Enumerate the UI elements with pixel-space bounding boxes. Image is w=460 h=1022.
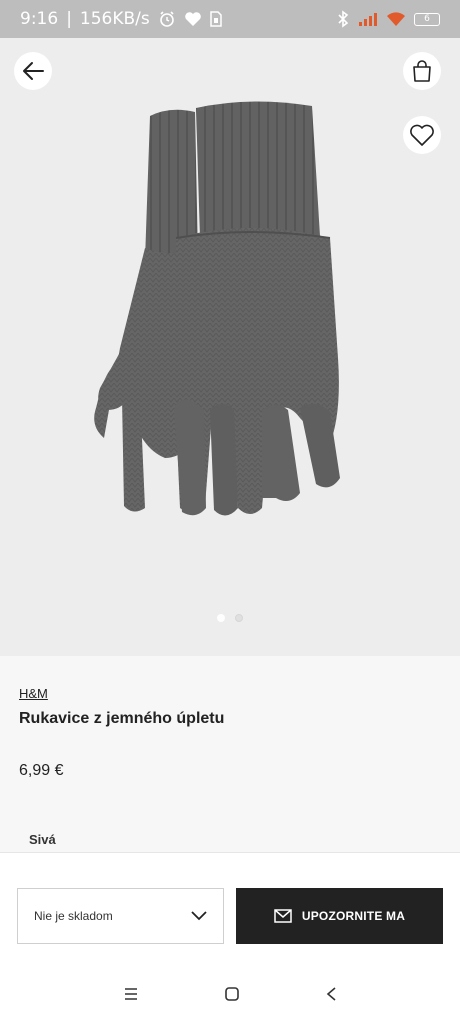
home-square-icon[interactable] — [224, 986, 240, 1002]
product-image-gallery[interactable] — [0, 38, 460, 656]
menu-icon[interactable] — [123, 987, 139, 1001]
size-select[interactable]: Nie je skladom — [17, 888, 224, 944]
battery-level: 6 — [424, 13, 430, 24]
product-title: Rukavice z jemného úpletu — [19, 710, 225, 727]
size-select-label: Nie je skladom — [34, 909, 113, 923]
gallery-dot-active[interactable] — [217, 614, 225, 622]
status-network-speed: 156KB/s — [79, 9, 150, 29]
notify-me-button[interactable]: UPOZORNITE MA — [236, 888, 443, 944]
back-button[interactable] — [14, 52, 52, 90]
back-chevron-icon[interactable] — [325, 986, 337, 1002]
notify-me-label: UPOZORNITE MA — [301, 909, 406, 923]
status-bar: 9:16 | 156KB/s 6 — [0, 0, 460, 38]
status-right: 6 — [336, 10, 440, 28]
sim-card-icon — [210, 11, 222, 27]
envelope-icon — [274, 909, 292, 923]
shopping-bag-icon — [413, 60, 431, 82]
battery-indicator: 6 — [414, 12, 440, 26]
signal-icon — [359, 13, 377, 26]
status-time: 9:16 — [20, 9, 59, 29]
product-color: Sivá — [29, 832, 56, 847]
shopping-bag-button[interactable] — [403, 52, 441, 90]
purchase-action-bar: Nie je skladom UPOZORNITE MA — [0, 852, 460, 966]
status-separator: | — [66, 9, 72, 29]
chevron-down-icon — [191, 911, 207, 921]
alarm-icon — [159, 11, 174, 27]
arrow-left-icon — [23, 62, 44, 80]
product-price: 6,99 € — [19, 762, 64, 779]
status-left: 9:16 | 156KB/s — [20, 9, 222, 29]
gallery-pagination — [0, 614, 460, 622]
product-image-gloves — [94, 101, 340, 516]
brand-link[interactable]: H&M — [19, 686, 48, 701]
favorite-button[interactable] — [403, 116, 441, 154]
wifi-icon — [387, 12, 405, 26]
heart-icon — [410, 124, 434, 146]
product-info: H&M Rukavice z jemného úpletu 6,99 € Siv… — [0, 656, 460, 852]
gallery-dot[interactable] — [235, 614, 243, 622]
bluetooth-icon — [338, 10, 349, 28]
system-navigation-bar — [0, 966, 460, 1022]
health-heart-icon — [184, 12, 201, 26]
